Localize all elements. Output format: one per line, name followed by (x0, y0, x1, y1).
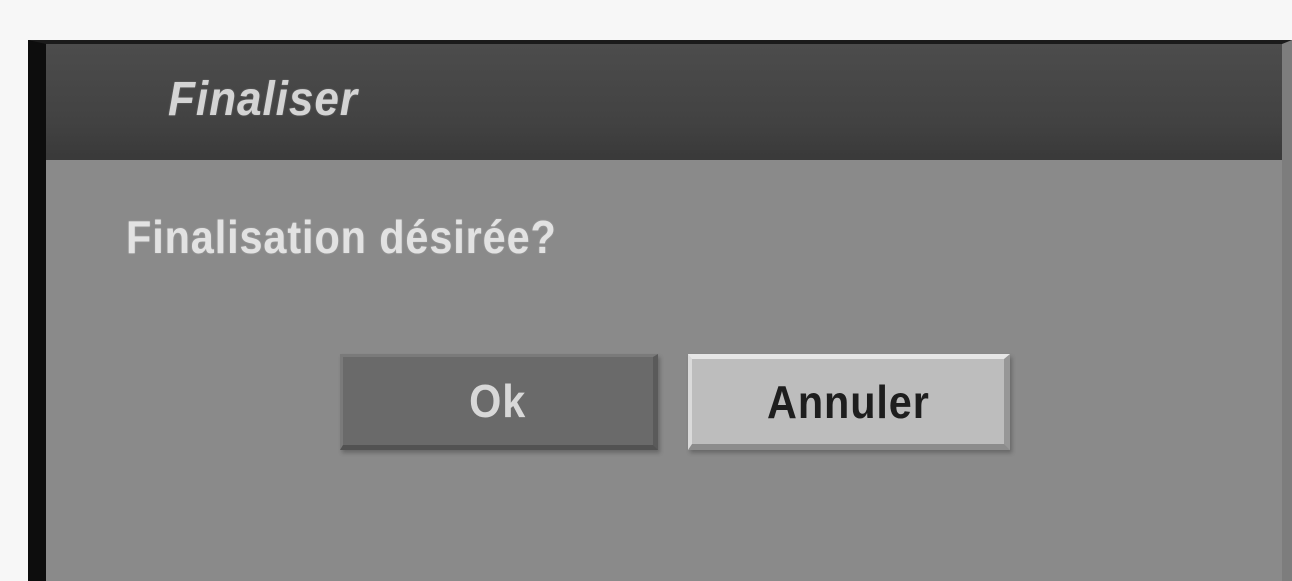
cancel-button[interactable]: Annuler (688, 354, 1010, 450)
screen-background: Finaliser Finalisation désirée? Ok Annul… (0, 0, 1292, 581)
dialog-message: Finalisation désirée? (126, 211, 557, 263)
finalize-dialog: Finaliser Finalisation désirée? Ok Annul… (28, 40, 1292, 581)
dialog-title: Finaliser (168, 73, 358, 126)
cancel-button-label: Annuler (766, 375, 930, 428)
ok-button-label: Ok (469, 375, 527, 427)
ok-button[interactable]: Ok (340, 354, 658, 450)
dialog-titlebar: Finaliser (46, 44, 1282, 160)
